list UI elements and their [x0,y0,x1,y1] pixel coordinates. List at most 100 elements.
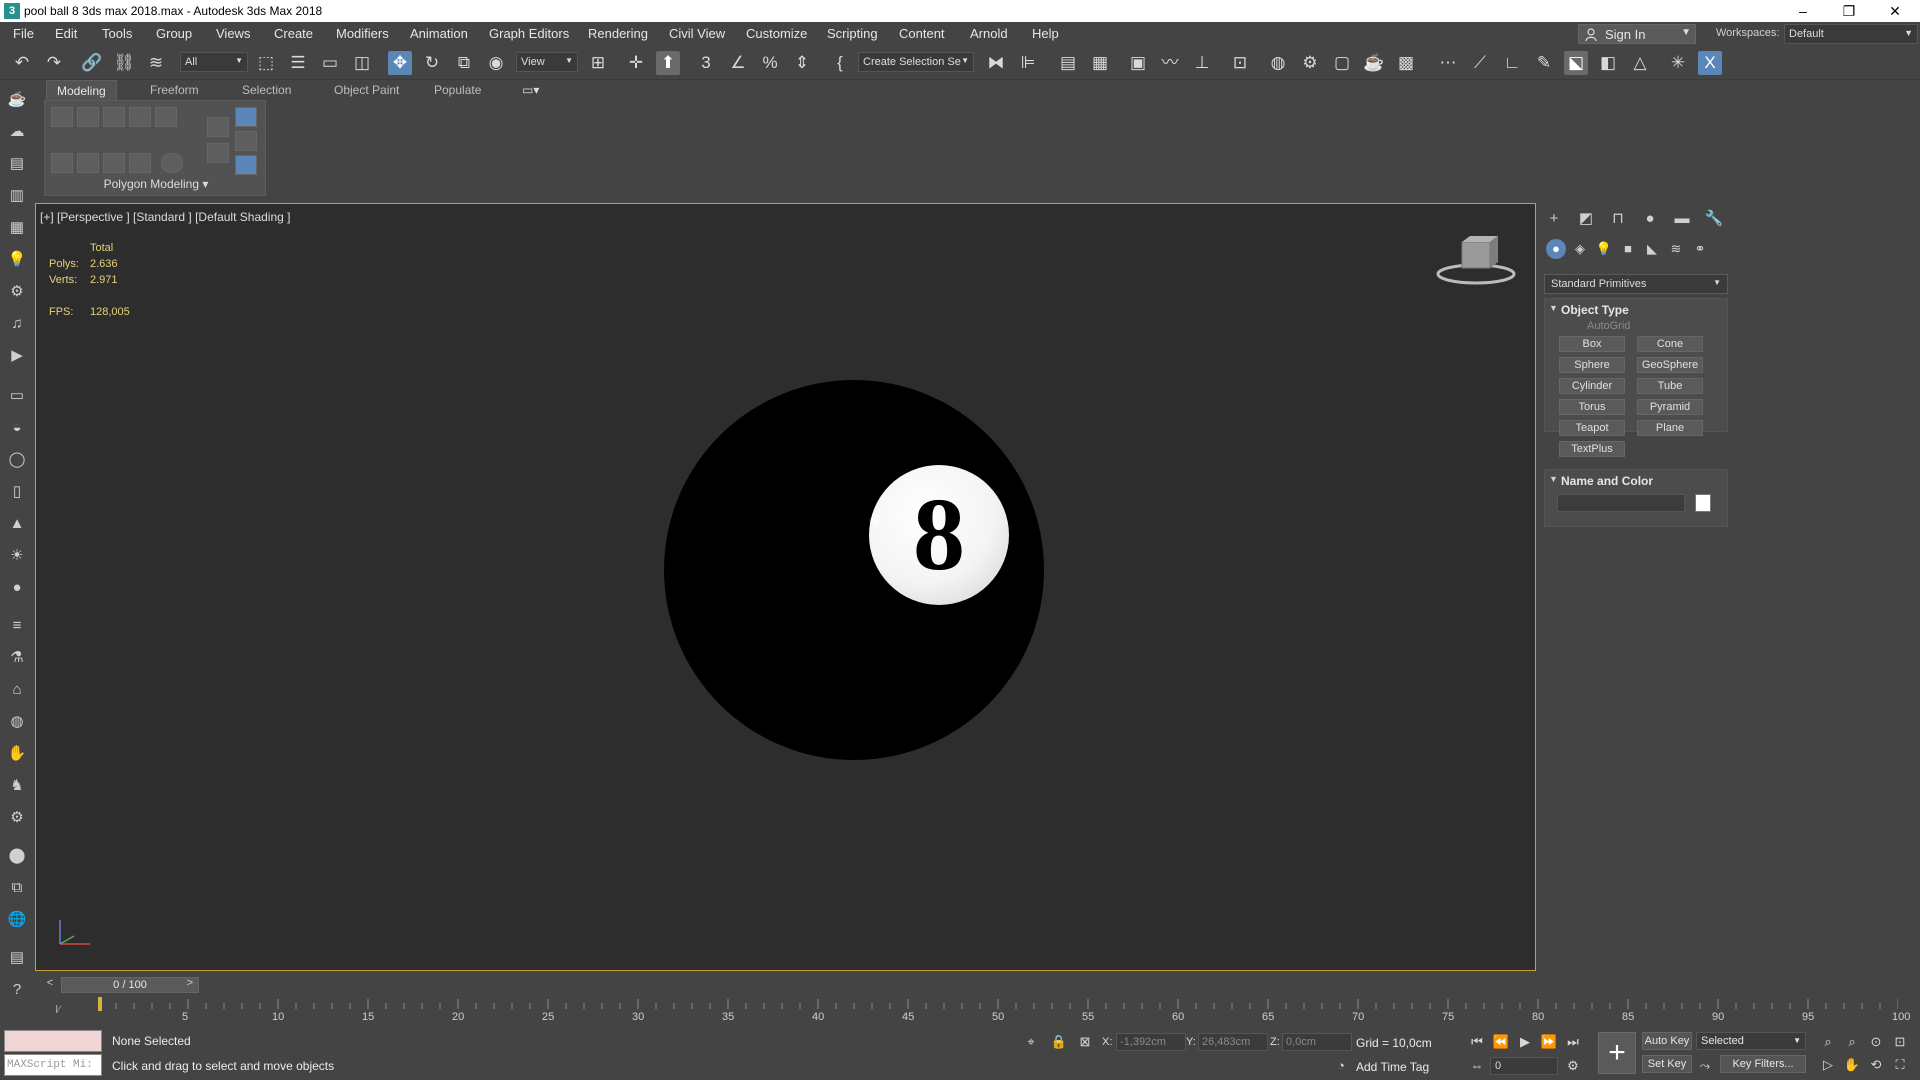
mirror-icon[interactable]: ⧓ [984,51,1008,75]
motion-tab-icon[interactable]: ● [1638,207,1662,231]
edit-named-selection-icon[interactable]: { [828,51,852,75]
perspective-viewport[interactable]: [+] [Perspective ] [Standard ] [Default … [35,203,1536,971]
help-icon[interactable]: ? [5,978,29,1002]
y-coordinate-field[interactable]: 26,483cm [1198,1033,1268,1051]
select-object-icon[interactable]: ⬚ [254,51,278,75]
ribbon-tool-button[interactable] [207,117,229,137]
auto-key-button[interactable]: Auto Key [1642,1032,1692,1050]
primitive-type-dropdown[interactable]: Standard Primitives ▼ [1544,274,1728,294]
schematic-view-icon[interactable]: ⊡ [1228,51,1252,75]
earth-icon[interactable]: 🌐 [5,908,29,932]
default-tangents-icon[interactable]: ⤳ [1694,1055,1716,1077]
spinner-snap-icon[interactable]: ⇕ [790,51,814,75]
ribbon-options-icon[interactable]: ▭▾ [512,80,549,100]
isolate-toggle-icon[interactable]: ⌖ [1020,1031,1042,1053]
menu-file[interactable]: File [13,26,34,41]
geometry-icon[interactable]: ● [1546,239,1566,259]
edit-pencil-icon[interactable]: ✎ [1532,51,1556,75]
shapes-icon[interactable]: ◈ [1570,239,1590,259]
time-slider-thumb[interactable]: 0 / 100 [61,977,199,993]
zoom-icon[interactable]: ⌕ [1818,1032,1838,1052]
xview-icon[interactable]: X [1698,51,1722,75]
key-selection-dropdown[interactable]: Selected ▼ [1696,1032,1806,1050]
sign-in-button[interactable]: Sign In ▼ [1578,24,1696,44]
tab-populate[interactable]: Populate [424,80,491,100]
sphere-button[interactable]: Sphere [1559,357,1625,373]
camera-icon[interactable]: ⚙ [5,280,29,304]
menu-tools[interactable]: Tools [102,26,132,41]
next-frame-button[interactable]: > [183,977,197,993]
go-to-end-icon[interactable]: ⏭ [1562,1031,1584,1053]
ribbon-tool-button[interactable] [161,153,183,173]
redo-icon[interactable]: ↷ [42,51,66,75]
grid-snap-icon[interactable]: ⋯ [1436,51,1460,75]
measure-icon[interactable]: ⟋ [1468,51,1492,75]
angle-snap-icon[interactable]: ∠ [726,51,750,75]
object-name-field[interactable] [1557,494,1685,512]
scene-states-icon[interactable]: ▤ [5,946,29,970]
ribbon-tool-button[interactable] [235,155,257,175]
minimize-button[interactable]: – [1780,0,1826,22]
zoom-extents-all-icon[interactable]: ⊡ [1890,1032,1910,1052]
create-tab-icon[interactable]: + [1542,207,1566,231]
cylinder-button[interactable]: Cylinder [1559,378,1625,394]
teapot-icon[interactable]: ☕ [5,88,29,112]
ribbon-tool-button[interactable] [77,107,99,127]
box-button[interactable]: Box [1559,336,1625,352]
textplus-button[interactable]: TextPlus [1559,441,1625,457]
select-and-rotate-icon[interactable]: ↻ [420,51,444,75]
reference-coordinate-dropdown[interactable]: View ▼ [516,52,578,72]
snaps-toggle-icon[interactable]: 3 [694,51,718,75]
zoom-extents-icon[interactable]: ⊙ [1866,1032,1886,1052]
ribbon-tool-button[interactable] [129,107,151,127]
go-to-start-icon[interactable]: ⏮ [1466,1031,1488,1053]
sphere-light-icon[interactable]: ◯ [5,448,29,472]
x-coordinate-field[interactable]: -1,392cm [1116,1033,1186,1051]
key-filters-button[interactable]: Key Filters... [1720,1055,1806,1073]
video-icon[interactable]: ▶ [5,344,29,368]
next-frame-icon[interactable]: ⏩ [1538,1031,1560,1053]
explorer-icon[interactable]: ▦ [5,216,29,240]
menu-scripting[interactable]: Scripting [827,26,878,41]
link-icon[interactable]: 🔗 [80,51,104,75]
time-configuration-icon[interactable]: ⚙ [1562,1055,1584,1077]
track-bar[interactable]: Ⅰ∕ 5 10 15 20 25 30 35 40 45 50 55 60 65 70 75 80 85 90 95… [35,997,1920,1025]
menu-content[interactable]: Content [899,26,945,41]
rendered-frame-window-icon[interactable]: ▢ [1330,51,1354,75]
document-icon[interactable]: ▥ [5,184,29,208]
track-bar-menu-icon[interactable]: Ⅰ∕ [55,1003,60,1016]
spot-light-icon[interactable]: ▲ [5,512,29,536]
gear-icon[interactable]: ⚙ [5,806,29,830]
dome-light-icon[interactable]: ◒ [5,416,29,440]
hand-icon[interactable]: ✋ [5,742,29,766]
ribbon-tool-button[interactable] [51,107,73,127]
geosphere-button[interactable]: GeoSphere [1637,357,1703,373]
workspaces-dropdown[interactable]: Default ▼ [1784,24,1918,44]
disc-light-icon[interactable]: ● [5,576,29,600]
ribbon-tool-button[interactable] [77,153,99,173]
tab-freeform[interactable]: Freeform [140,80,209,100]
sun-icon[interactable]: ☀ [5,544,29,568]
systems-icon[interactable]: ⚭ [1690,239,1710,259]
lights-icon[interactable]: 💡 [1594,239,1614,259]
percent-snap-icon[interactable]: % [758,51,782,75]
layer-explorer-icon[interactable]: ▦ [1088,51,1112,75]
viewport-layout-icon[interactable]: ◧ [1596,51,1620,75]
menu-edit[interactable]: Edit [55,26,77,41]
cameras-icon[interactable]: ■ [1618,239,1638,259]
hierarchy-tab-icon[interactable]: ⊓ [1606,207,1630,231]
sparkle-tool-icon[interactable]: ✳ [1666,51,1690,75]
display-tab-icon[interactable]: ▬ [1670,207,1694,231]
play-icon[interactable]: ▶ [1514,1031,1536,1053]
viewcube-icon[interactable] [1436,236,1516,286]
helpers-icon[interactable]: ◣ [1642,239,1662,259]
maxscript-listener-mini[interactable] [4,1030,102,1052]
key-mode-toggle-icon[interactable]: ⇔ [1466,1055,1488,1077]
menu-group[interactable]: Group [156,26,192,41]
set-key-large-button[interactable]: + [1598,1032,1636,1074]
add-time-tag-button[interactable]: Add Time Tag [1356,1060,1429,1074]
render-production-icon[interactable]: ☕ [1362,51,1386,75]
object-color-swatch[interactable] [1695,494,1711,512]
stairs-icon[interactable]: ≡ [5,614,29,638]
triangle-tool-icon[interactable]: △ [1628,51,1652,75]
